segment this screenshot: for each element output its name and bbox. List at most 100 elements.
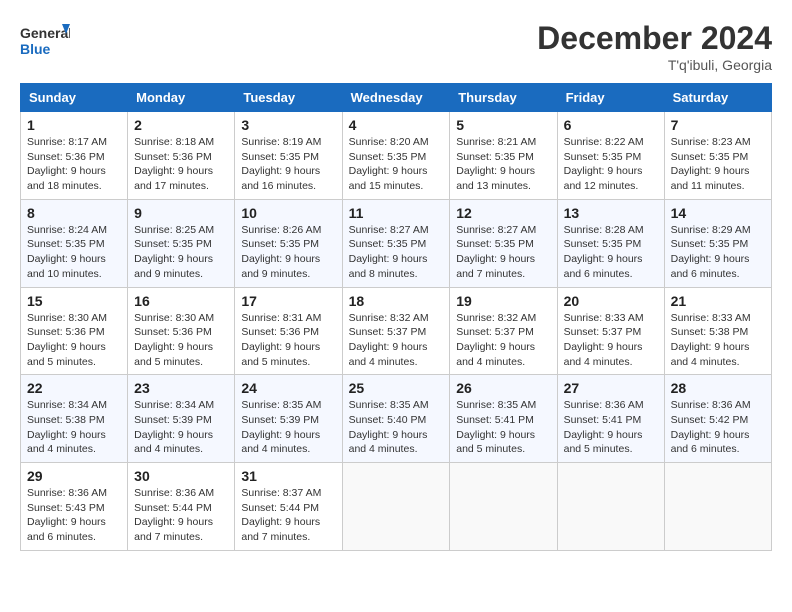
- day-info: Sunrise: 8:34 AMSunset: 5:39 PMDaylight:…: [134, 399, 214, 455]
- calendar-cell: 22 Sunrise: 8:34 AMSunset: 5:38 PMDaylig…: [21, 375, 128, 463]
- calendar-table: SundayMondayTuesdayWednesdayThursdayFrid…: [20, 83, 772, 551]
- day-info: Sunrise: 8:18 AMSunset: 5:36 PMDaylight:…: [134, 136, 214, 192]
- page-header: General Blue December 2024 T'q'ibuli, Ge…: [20, 20, 772, 73]
- day-info: Sunrise: 8:33 AMSunset: 5:37 PMDaylight:…: [564, 312, 644, 368]
- weekday-header-wednesday: Wednesday: [342, 84, 450, 112]
- day-info: Sunrise: 8:34 AMSunset: 5:38 PMDaylight:…: [27, 399, 107, 455]
- day-number: 2: [134, 117, 228, 133]
- day-info: Sunrise: 8:36 AMSunset: 5:43 PMDaylight:…: [27, 487, 107, 543]
- week-row-2: 8 Sunrise: 8:24 AMSunset: 5:35 PMDayligh…: [21, 199, 772, 287]
- calendar-cell: 25 Sunrise: 8:35 AMSunset: 5:40 PMDaylig…: [342, 375, 450, 463]
- calendar-cell: 30 Sunrise: 8:36 AMSunset: 5:44 PMDaylig…: [128, 463, 235, 551]
- calendar-cell: 29 Sunrise: 8:36 AMSunset: 5:43 PMDaylig…: [21, 463, 128, 551]
- day-info: Sunrise: 8:27 AMSunset: 5:35 PMDaylight:…: [349, 224, 429, 280]
- day-info: Sunrise: 8:19 AMSunset: 5:35 PMDaylight:…: [241, 136, 321, 192]
- day-info: Sunrise: 8:32 AMSunset: 5:37 PMDaylight:…: [349, 312, 429, 368]
- day-number: 15: [27, 293, 121, 309]
- calendar-cell: 11 Sunrise: 8:27 AMSunset: 5:35 PMDaylig…: [342, 199, 450, 287]
- weekday-header-sunday: Sunday: [21, 84, 128, 112]
- day-number: 18: [349, 293, 444, 309]
- calendar-cell: 5 Sunrise: 8:21 AMSunset: 5:35 PMDayligh…: [450, 112, 557, 200]
- day-number: 20: [564, 293, 658, 309]
- day-info: Sunrise: 8:31 AMSunset: 5:36 PMDaylight:…: [241, 312, 321, 368]
- calendar-cell: 28 Sunrise: 8:36 AMSunset: 5:42 PMDaylig…: [664, 375, 771, 463]
- day-number: 30: [134, 468, 228, 484]
- day-number: 26: [456, 380, 550, 396]
- day-number: 24: [241, 380, 335, 396]
- calendar-cell: 12 Sunrise: 8:27 AMSunset: 5:35 PMDaylig…: [450, 199, 557, 287]
- month-title: December 2024: [537, 20, 772, 57]
- day-info: Sunrise: 8:35 AMSunset: 5:41 PMDaylight:…: [456, 399, 536, 455]
- day-info: Sunrise: 8:29 AMSunset: 5:35 PMDaylight:…: [671, 224, 751, 280]
- calendar-cell: 13 Sunrise: 8:28 AMSunset: 5:35 PMDaylig…: [557, 199, 664, 287]
- weekday-header-friday: Friday: [557, 84, 664, 112]
- day-info: Sunrise: 8:26 AMSunset: 5:35 PMDaylight:…: [241, 224, 321, 280]
- day-number: 25: [349, 380, 444, 396]
- calendar-cell: 27 Sunrise: 8:36 AMSunset: 5:41 PMDaylig…: [557, 375, 664, 463]
- logo-svg: General Blue: [20, 20, 70, 64]
- day-number: 22: [27, 380, 121, 396]
- day-number: 27: [564, 380, 658, 396]
- weekday-header-monday: Monday: [128, 84, 235, 112]
- calendar-cell: 10 Sunrise: 8:26 AMSunset: 5:35 PMDaylig…: [235, 199, 342, 287]
- calendar-cell: [342, 463, 450, 551]
- calendar-cell: 7 Sunrise: 8:23 AMSunset: 5:35 PMDayligh…: [664, 112, 771, 200]
- day-number: 7: [671, 117, 765, 133]
- day-number: 13: [564, 205, 658, 221]
- day-info: Sunrise: 8:36 AMSunset: 5:41 PMDaylight:…: [564, 399, 644, 455]
- day-info: Sunrise: 8:22 AMSunset: 5:35 PMDaylight:…: [564, 136, 644, 192]
- day-number: 29: [27, 468, 121, 484]
- calendar-cell: 2 Sunrise: 8:18 AMSunset: 5:36 PMDayligh…: [128, 112, 235, 200]
- weekday-header-tuesday: Tuesday: [235, 84, 342, 112]
- day-number: 16: [134, 293, 228, 309]
- calendar-cell: 23 Sunrise: 8:34 AMSunset: 5:39 PMDaylig…: [128, 375, 235, 463]
- day-info: Sunrise: 8:20 AMSunset: 5:35 PMDaylight:…: [349, 136, 429, 192]
- day-info: Sunrise: 8:27 AMSunset: 5:35 PMDaylight:…: [456, 224, 536, 280]
- calendar-cell: 26 Sunrise: 8:35 AMSunset: 5:41 PMDaylig…: [450, 375, 557, 463]
- day-info: Sunrise: 8:36 AMSunset: 5:42 PMDaylight:…: [671, 399, 751, 455]
- calendar-cell: 19 Sunrise: 8:32 AMSunset: 5:37 PMDaylig…: [450, 287, 557, 375]
- day-info: Sunrise: 8:28 AMSunset: 5:35 PMDaylight:…: [564, 224, 644, 280]
- calendar-cell: 6 Sunrise: 8:22 AMSunset: 5:35 PMDayligh…: [557, 112, 664, 200]
- day-info: Sunrise: 8:30 AMSunset: 5:36 PMDaylight:…: [134, 312, 214, 368]
- week-row-1: 1 Sunrise: 8:17 AMSunset: 5:36 PMDayligh…: [21, 112, 772, 200]
- calendar-cell: 20 Sunrise: 8:33 AMSunset: 5:37 PMDaylig…: [557, 287, 664, 375]
- day-number: 1: [27, 117, 121, 133]
- day-info: Sunrise: 8:17 AMSunset: 5:36 PMDaylight:…: [27, 136, 107, 192]
- day-info: Sunrise: 8:36 AMSunset: 5:44 PMDaylight:…: [134, 487, 214, 543]
- calendar-cell: 1 Sunrise: 8:17 AMSunset: 5:36 PMDayligh…: [21, 112, 128, 200]
- day-number: 9: [134, 205, 228, 221]
- calendar-cell: 18 Sunrise: 8:32 AMSunset: 5:37 PMDaylig…: [342, 287, 450, 375]
- week-row-3: 15 Sunrise: 8:30 AMSunset: 5:36 PMDaylig…: [21, 287, 772, 375]
- weekday-header-saturday: Saturday: [664, 84, 771, 112]
- day-number: 10: [241, 205, 335, 221]
- day-info: Sunrise: 8:25 AMSunset: 5:35 PMDaylight:…: [134, 224, 214, 280]
- day-number: 5: [456, 117, 550, 133]
- location: T'q'ibuli, Georgia: [537, 57, 772, 73]
- day-number: 4: [349, 117, 444, 133]
- calendar-cell: 17 Sunrise: 8:31 AMSunset: 5:36 PMDaylig…: [235, 287, 342, 375]
- calendar-cell: 15 Sunrise: 8:30 AMSunset: 5:36 PMDaylig…: [21, 287, 128, 375]
- logo: General Blue: [20, 20, 70, 64]
- day-info: Sunrise: 8:35 AMSunset: 5:40 PMDaylight:…: [349, 399, 429, 455]
- calendar-cell: [664, 463, 771, 551]
- day-info: Sunrise: 8:35 AMSunset: 5:39 PMDaylight:…: [241, 399, 321, 455]
- calendar-cell: 16 Sunrise: 8:30 AMSunset: 5:36 PMDaylig…: [128, 287, 235, 375]
- day-number: 12: [456, 205, 550, 221]
- title-area: December 2024 T'q'ibuli, Georgia: [537, 20, 772, 73]
- calendar-cell: [450, 463, 557, 551]
- day-number: 19: [456, 293, 550, 309]
- calendar-cell: 9 Sunrise: 8:25 AMSunset: 5:35 PMDayligh…: [128, 199, 235, 287]
- svg-text:Blue: Blue: [20, 41, 51, 57]
- day-info: Sunrise: 8:21 AMSunset: 5:35 PMDaylight:…: [456, 136, 536, 192]
- day-info: Sunrise: 8:23 AMSunset: 5:35 PMDaylight:…: [671, 136, 751, 192]
- day-info: Sunrise: 8:33 AMSunset: 5:38 PMDaylight:…: [671, 312, 751, 368]
- day-number: 8: [27, 205, 121, 221]
- day-info: Sunrise: 8:37 AMSunset: 5:44 PMDaylight:…: [241, 487, 321, 543]
- day-number: 28: [671, 380, 765, 396]
- weekday-header-thursday: Thursday: [450, 84, 557, 112]
- calendar-cell: 14 Sunrise: 8:29 AMSunset: 5:35 PMDaylig…: [664, 199, 771, 287]
- day-number: 3: [241, 117, 335, 133]
- calendar-cell: 21 Sunrise: 8:33 AMSunset: 5:38 PMDaylig…: [664, 287, 771, 375]
- week-row-4: 22 Sunrise: 8:34 AMSunset: 5:38 PMDaylig…: [21, 375, 772, 463]
